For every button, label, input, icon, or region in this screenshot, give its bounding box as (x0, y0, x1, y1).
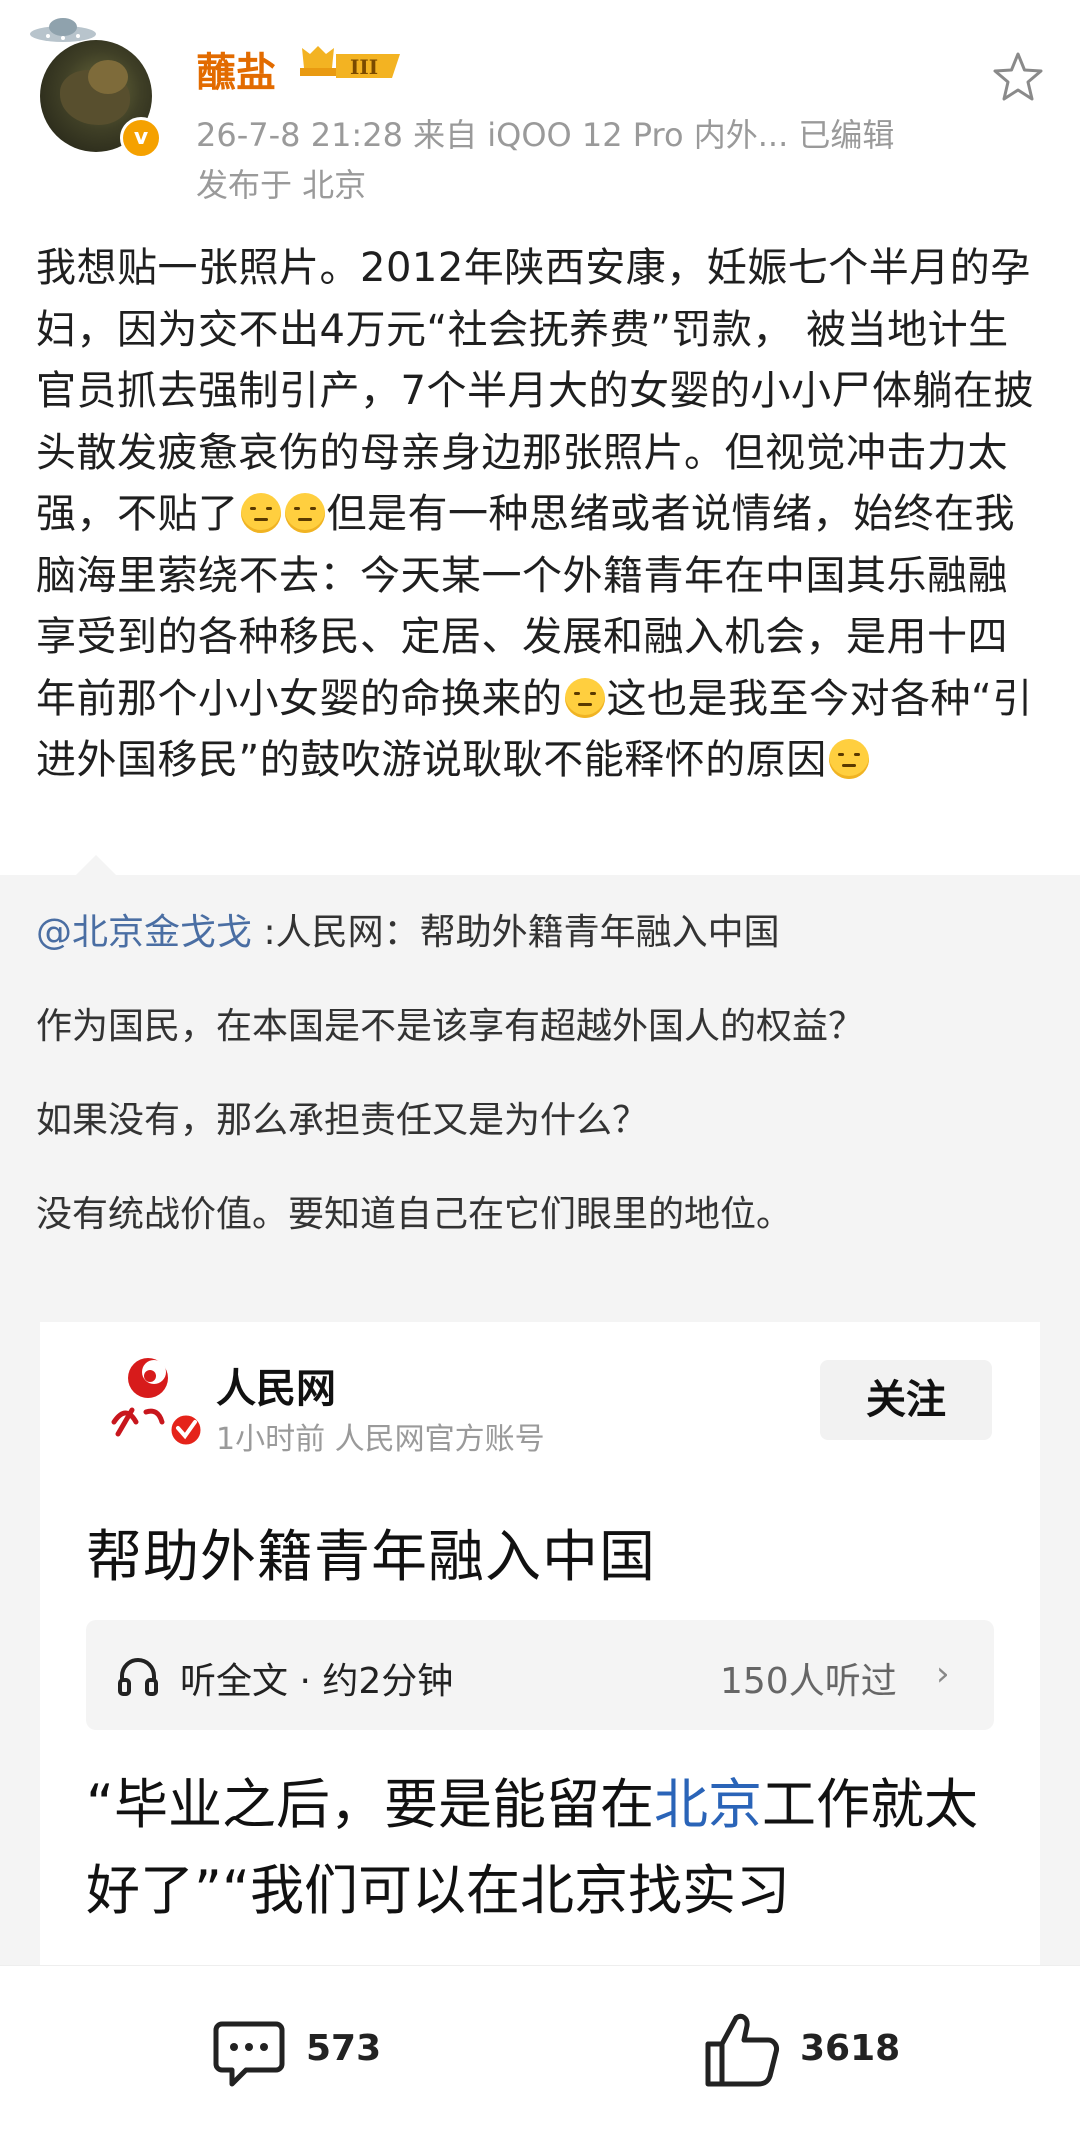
embedded-article-card[interactable]: 人民网 1小时前 人民网官方账号 关注 帮助外籍青年融入中国 听全文 · 约2分… (40, 1322, 1040, 1965)
listen-label: 听全文 · 约2分钟 (180, 1661, 454, 1702)
username[interactable]: 蘸盐 (196, 40, 276, 98)
post-text: 我想贴一张照片。2012年陕西安康，妊娠七个半月的孕妇，因为交不出4万元“社会抚… (36, 238, 1046, 792)
repost-title: :人民网：帮助外籍青年融入中国 (252, 912, 780, 953)
smirk-emoji-icon (284, 493, 325, 533)
repost-text: @北京金戈戈 :人民网：帮助外籍青年融入中国 作为国民，在本国是不是该享有超越外… (36, 910, 1046, 1286)
repost-para-1: 作为国民，在本国是不是该享有超越外国人的权益？ (36, 1006, 865, 1047)
star-icon[interactable] (990, 50, 1046, 106)
repost-para-3: 没有统战价值。要知道自己在它们眼里的地位。 (36, 1194, 793, 1235)
smirk-emoji-icon (240, 493, 281, 533)
excerpt-highlight[interactable]: 北京 (654, 1773, 762, 1836)
listen-count: 150人听过 (720, 1661, 897, 1702)
follow-button[interactable]: 关注 (820, 1360, 992, 1440)
article-title: 帮助外籍青年融入中国 (86, 1525, 656, 1590)
level-badge: III (300, 46, 400, 79)
like-icon[interactable] (702, 2010, 782, 2090)
chevron-right-icon: › (936, 1654, 950, 1694)
source-subtitle: 1小时前 人民网官方账号 (216, 1422, 545, 1457)
verified-icon: v (120, 117, 162, 159)
repost-notch (74, 855, 118, 877)
repost-para-2: 如果没有，那么承担责任又是为什么？ (36, 1100, 649, 1141)
repost-mention[interactable]: @北京金戈戈 (36, 912, 252, 953)
thinking-emoji-icon (828, 739, 869, 779)
article-excerpt: “毕业之后，要是能留在北京工作就太好了”“我们可以在北京找实习 (86, 1762, 1016, 1934)
excerpt-part-1: “毕业之后，要是能留在 (86, 1773, 654, 1836)
like-count[interactable]: 3618 (800, 2028, 900, 2069)
post-location: 发布于 北京 (196, 166, 367, 204)
source-name[interactable]: 人民网 (216, 1356, 336, 1414)
level-text: III (350, 55, 378, 79)
smile-emoji-icon (564, 677, 605, 718)
renminwang-logo (111, 1358, 204, 1448)
comment-count[interactable]: 573 (306, 2028, 381, 2069)
headphones-icon (118, 1658, 158, 1696)
comment-icon[interactable] (212, 2016, 286, 2090)
action-bar (0, 1965, 1080, 2130)
post-meta: 26-7-8 21:28 来自 iQOO 12 Pro 内外... 已编辑 (196, 116, 895, 154)
